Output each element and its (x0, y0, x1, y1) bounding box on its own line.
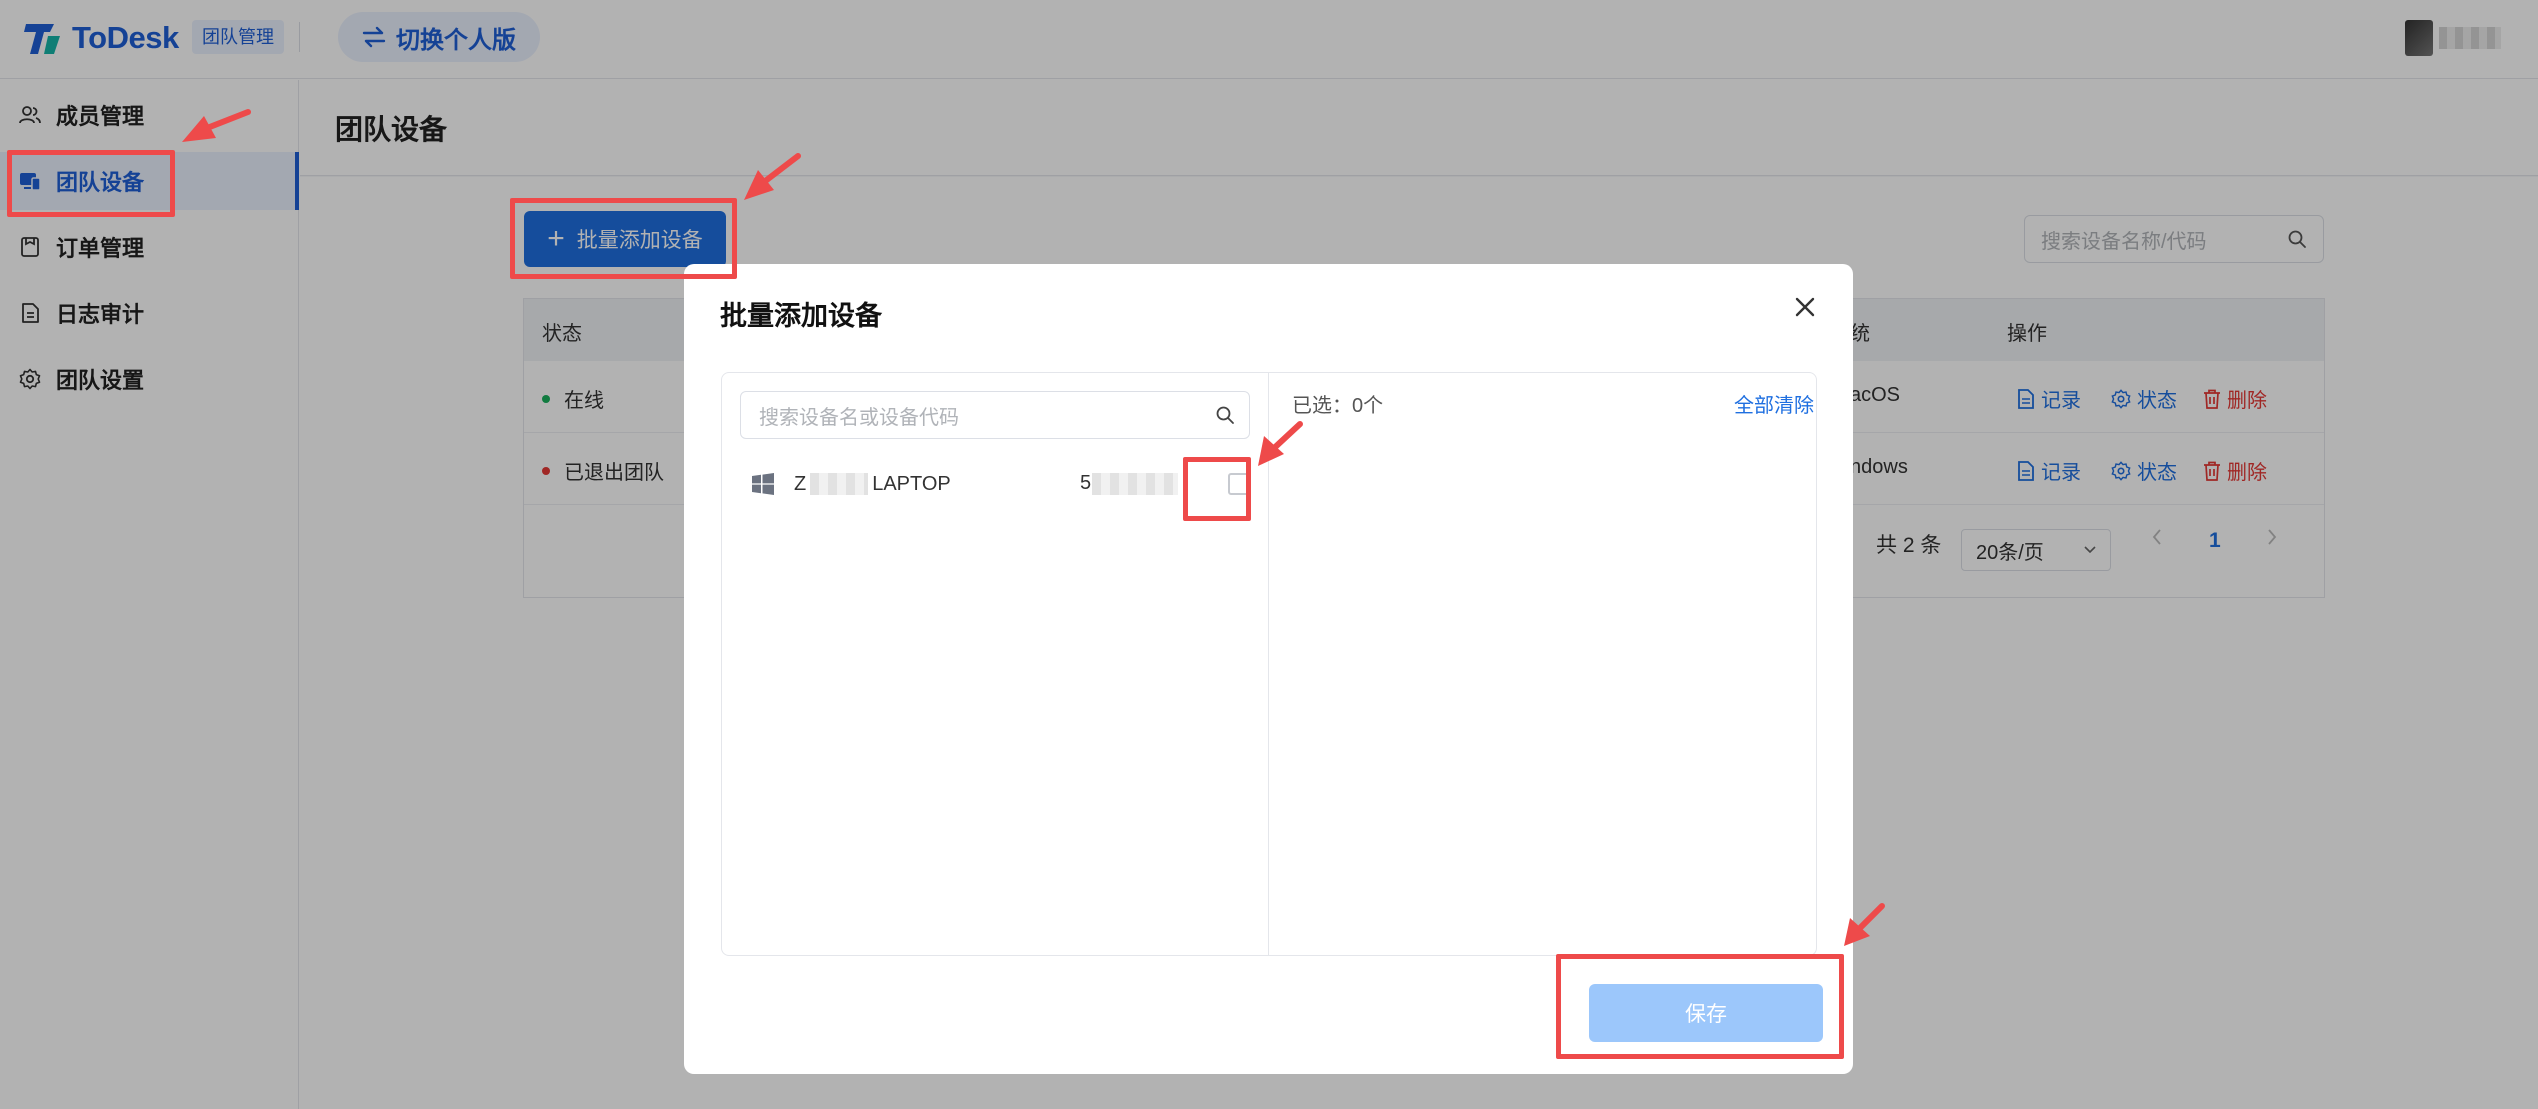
highlight-box-batch-add (510, 198, 737, 279)
device-list-item[interactable]: Z LAPTOP 5 (740, 459, 1250, 509)
highlight-box-save (1556, 954, 1844, 1059)
device-code-prefix: 5 (1080, 472, 1092, 494)
annotation-arrow-icon (1258, 421, 1303, 466)
annotation-arrow-icon (1844, 903, 1885, 946)
batch-add-modal: 批量添加设备 搜索设备名或设备代码 Z LAPTOP 5 已选：0个 全部清除 … (684, 264, 1853, 1074)
search-icon (1216, 406, 1234, 424)
highlight-box-checkbox (1183, 457, 1251, 521)
annotation-arrow-icon (182, 109, 251, 142)
modal-title: 批量添加设备 (720, 301, 882, 331)
modal-search-placeholder: 搜索设备名或设备代码 (759, 406, 959, 429)
device-code-redacted (1092, 473, 1178, 495)
selected-count: 已选：0个 (1292, 395, 1384, 417)
modal-search-input[interactable]: 搜索设备名或设备代码 (740, 391, 1250, 439)
device-name-redacted (810, 473, 869, 495)
device-name-suffix: LAPTOP (872, 472, 951, 495)
close-button[interactable] (1790, 292, 1820, 322)
close-icon (1795, 297, 1815, 317)
windows-icon (752, 473, 774, 495)
annotation-arrow-icon (744, 153, 801, 200)
clear-all-link[interactable]: 全部清除 (1734, 389, 1814, 418)
device-name-prefix: Z (794, 472, 807, 495)
highlight-box-team-devices (7, 150, 175, 217)
